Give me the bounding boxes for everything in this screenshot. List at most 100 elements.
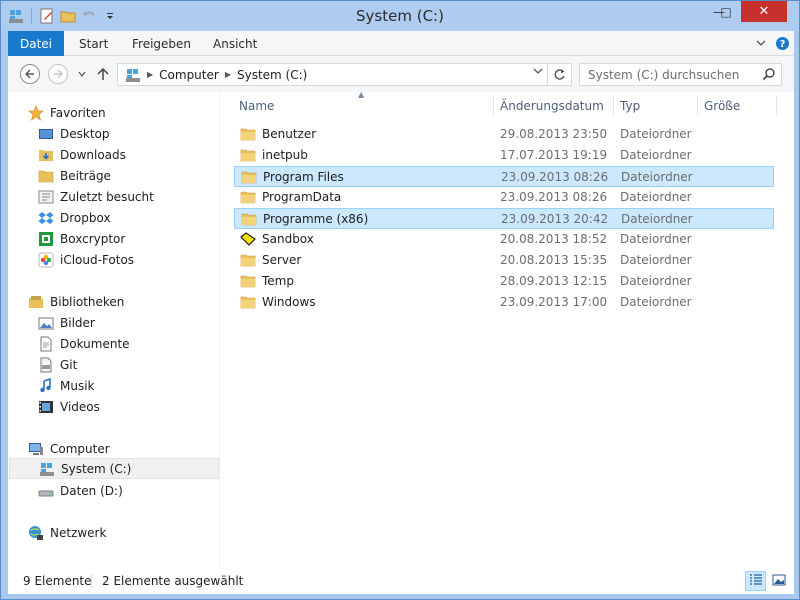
file-name: Program Files	[263, 169, 344, 184]
recent-locations-icon[interactable]	[75, 66, 89, 82]
details-view-button[interactable]	[745, 571, 766, 591]
selection-count: 2 Elemente ausgewählt	[102, 574, 244, 588]
breadcrumb-computer[interactable]: Computer	[159, 68, 219, 82]
breadcrumb-separator-icon[interactable]: ▶	[147, 70, 153, 79]
nav-system-c[interactable]: System (C:)	[9, 458, 219, 479]
column-header-type[interactable]: Typ	[620, 95, 640, 117]
maximize-button[interactable]: □	[713, 1, 739, 22]
nav-downloads[interactable]: Downloads	[37, 144, 126, 165]
nav-netzwerk[interactable]: Netzwerk	[27, 522, 106, 543]
nav-beitraege[interactable]: Beiträge	[37, 165, 111, 186]
status-divider	[91, 574, 92, 588]
file-name: ProgramData	[262, 189, 342, 204]
file-row-temp[interactable]: Temp 28.09.2013 12:15 Dateiordner	[234, 271, 774, 292]
nav-label: Bilder	[60, 315, 95, 330]
file-name: Programme (x86)	[263, 211, 369, 226]
file-date: 23.09.2013 08:26	[501, 169, 609, 184]
file-row-program-files[interactable]: Program Files 23.09.2013 08:26 Dateiordn…	[234, 166, 774, 187]
nav-desktop[interactable]: Desktop	[37, 123, 110, 144]
nav-boxcryptor[interactable]: Boxcryptor	[37, 228, 125, 249]
nav-label: iCloud-Fotos	[60, 252, 135, 267]
column-header-date[interactable]: Änderungsdatum	[500, 95, 604, 117]
nav-label: Favoriten	[50, 105, 106, 120]
tab-start[interactable]: Start	[79, 31, 108, 56]
music-icon	[37, 377, 54, 394]
column-header-size[interactable]: Größe	[704, 95, 740, 117]
file-row-sandbox[interactable]: Sandbox 20.08.2013 18:52 Dateiordner	[234, 229, 774, 250]
nav-libraries[interactable]: Bibliotheken	[27, 291, 124, 312]
folder-icon	[241, 211, 257, 227]
up-button[interactable]	[96, 66, 110, 82]
tab-ansicht[interactable]: Ansicht	[213, 31, 257, 56]
tab-datei[interactable]: Datei	[8, 31, 64, 56]
explorer-window: System (C:) — □ ✕ Datei Start Freigeben …	[0, 0, 800, 600]
search-input[interactable]: System (C:) durchsuchen	[579, 63, 782, 86]
git-icon	[37, 356, 54, 373]
expand-ribbon-icon[interactable]	[753, 35, 769, 51]
refresh-button[interactable]	[547, 64, 571, 85]
downloads-folder-icon	[37, 146, 54, 163]
file-type: Dateiordner	[620, 147, 692, 162]
column-divider[interactable]	[613, 95, 614, 115]
nav-videos[interactable]: Videos	[37, 396, 100, 417]
nav-label: Dropbox	[60, 210, 111, 225]
file-row-programme-x86[interactable]: Programme (x86) 23.09.2013 20:42 Dateior…	[234, 208, 774, 229]
file-row-inetpub[interactable]: inetpub 17.07.2013 19:19 Dateiordner	[234, 145, 774, 166]
back-button[interactable]	[20, 64, 40, 84]
nav-zuletzt-besucht[interactable]: Zuletzt besucht	[37, 186, 154, 207]
dropbox-icon	[37, 209, 54, 226]
tab-freigeben[interactable]: Freigeben	[132, 31, 191, 56]
close-button[interactable]: ✕	[741, 1, 787, 22]
nav-label: Desktop	[60, 126, 110, 141]
hard-drive-icon	[37, 482, 54, 499]
column-divider[interactable]	[776, 95, 777, 115]
help-icon[interactable]: ?	[774, 35, 790, 51]
file-name: Benutzer	[262, 126, 317, 141]
address-dropdown-icon[interactable]	[533, 67, 543, 78]
nav-dokumente[interactable]: Dokumente	[37, 333, 130, 354]
column-header-name[interactable]: Name	[239, 95, 274, 117]
file-list: ▲ Name Änderungsdatum Typ Größe Benutzer…	[221, 90, 794, 569]
file-date: 20.08.2013 15:35	[500, 252, 608, 267]
nav-dropbox[interactable]: Dropbox	[37, 207, 111, 228]
file-type: Dateiordner	[620, 294, 692, 309]
nav-favorites[interactable]: Favoriten	[27, 102, 106, 123]
file-date: 28.09.2013 12:15	[500, 273, 608, 288]
folder-icon	[241, 169, 257, 185]
nav-label: Dokumente	[60, 336, 130, 351]
file-type: Dateiordner	[621, 211, 693, 226]
file-row-server[interactable]: Server 20.08.2013 15:35 Dateiordner	[234, 250, 774, 271]
folder-icon	[240, 252, 256, 268]
documents-icon	[37, 335, 54, 352]
breadcrumb-system-c[interactable]: System (C:)	[237, 68, 307, 82]
file-row-benutzer[interactable]: Benutzer 29.08.2013 23:50 Dateiordner	[234, 124, 774, 145]
recent-places-icon	[37, 188, 54, 205]
nav-git[interactable]: Git	[37, 354, 77, 375]
forward-button[interactable]	[48, 64, 68, 84]
address-drive-icon	[125, 67, 141, 83]
nav-icloud-fotos[interactable]: iCloud-Fotos	[37, 249, 134, 270]
column-divider[interactable]	[697, 95, 698, 115]
file-row-programdata[interactable]: ProgramData 23.09.2013 08:26 Dateiordner	[234, 187, 774, 208]
column-divider[interactable]	[493, 95, 494, 115]
file-type: Dateiordner	[620, 252, 692, 267]
nav-bilder[interactable]: Bilder	[37, 312, 95, 333]
nav-musik[interactable]: Musik	[37, 375, 95, 396]
breadcrumb-separator-icon[interactable]: ▶	[225, 70, 231, 79]
file-row-windows[interactable]: Windows 23.09.2013 17:00 Dateiordner	[234, 292, 774, 313]
folder-icon	[240, 189, 256, 205]
navigation-bar: ▶ Computer ▶ System (C:) System (C:) dur…	[8, 56, 794, 92]
large-icons-view-button[interactable]	[768, 571, 789, 591]
sandbox-icon	[240, 231, 256, 247]
nav-daten-d[interactable]: Daten (D:)	[37, 480, 123, 501]
file-date: 20.08.2013 18:52	[500, 231, 608, 246]
nav-computer[interactable]: Computer	[27, 438, 110, 459]
address-bar[interactable]: ▶ Computer ▶ System (C:)	[117, 63, 572, 86]
file-type: Dateiordner	[620, 126, 692, 141]
drive-icon	[38, 460, 55, 477]
file-date: 17.07.2013 19:19	[500, 147, 608, 162]
nav-label: Boxcryptor	[60, 231, 126, 246]
details-view-icon	[749, 573, 763, 589]
nav-label: Beiträge	[60, 168, 111, 183]
search-icon[interactable]	[762, 67, 776, 84]
